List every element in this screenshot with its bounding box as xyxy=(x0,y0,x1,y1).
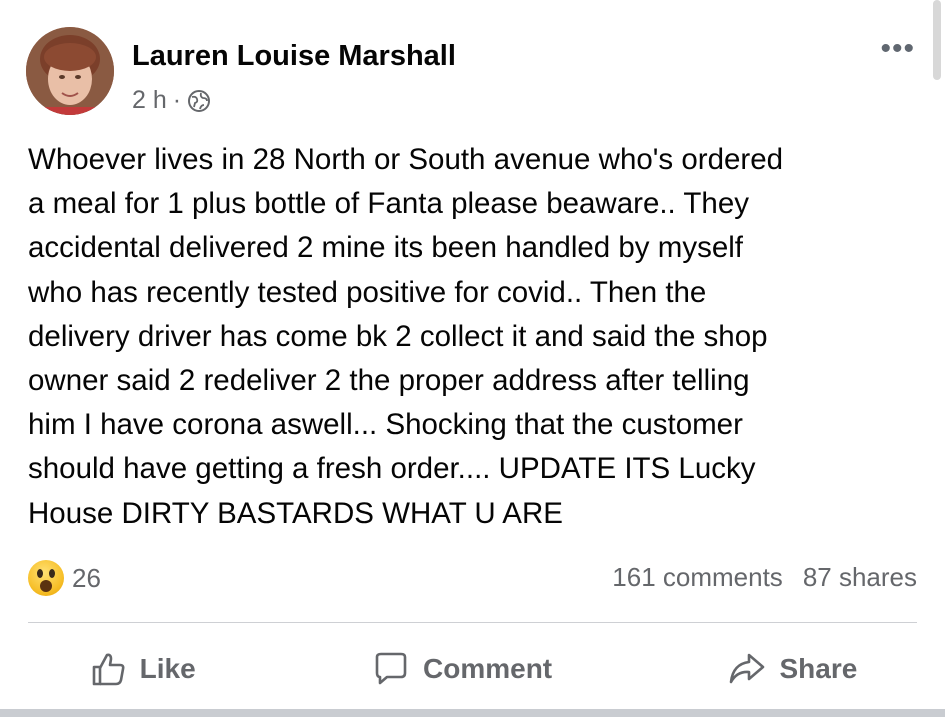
post-meta: 2 h · xyxy=(132,86,211,115)
share-label: Share xyxy=(779,653,858,684)
comment-label: Comment xyxy=(423,653,553,684)
comment-icon xyxy=(375,652,407,685)
avatar[interactable] xyxy=(26,27,114,115)
action-bar: Like Comment Share xyxy=(0,640,945,698)
more-options-icon[interactable]: ••• xyxy=(880,34,915,64)
reactions-summary[interactable]: 26 xyxy=(28,560,101,596)
globe-icon xyxy=(187,89,211,113)
post-time[interactable]: 2 h xyxy=(132,86,167,115)
meta-separator: · xyxy=(172,86,182,114)
bottom-separator xyxy=(0,709,945,717)
avatar-photo xyxy=(26,27,114,115)
engagement-counts: 161 comments 87 shares xyxy=(612,562,917,593)
reaction-count: 26 xyxy=(72,562,101,593)
scrollbar[interactable] xyxy=(933,0,941,80)
wow-reaction-icon xyxy=(28,560,64,596)
share-button[interactable]: Share xyxy=(727,649,857,689)
share-icon xyxy=(730,653,765,684)
facebook-post: Lauren Louise Marshall 2 h · ••• Whoever… xyxy=(0,0,945,717)
comments-count[interactable]: 161 comments xyxy=(612,562,783,593)
shares-count[interactable]: 87 shares xyxy=(803,562,917,593)
post-body: Whoever lives in 28 North or South avenu… xyxy=(28,143,784,530)
comment-button[interactable]: Comment xyxy=(371,649,552,689)
author-name[interactable]: Lauren Louise Marshall xyxy=(132,40,456,73)
divider xyxy=(28,622,917,623)
thumbs-up-icon xyxy=(92,653,125,686)
like-button[interactable]: Like xyxy=(88,649,196,689)
like-label: Like xyxy=(139,653,196,684)
